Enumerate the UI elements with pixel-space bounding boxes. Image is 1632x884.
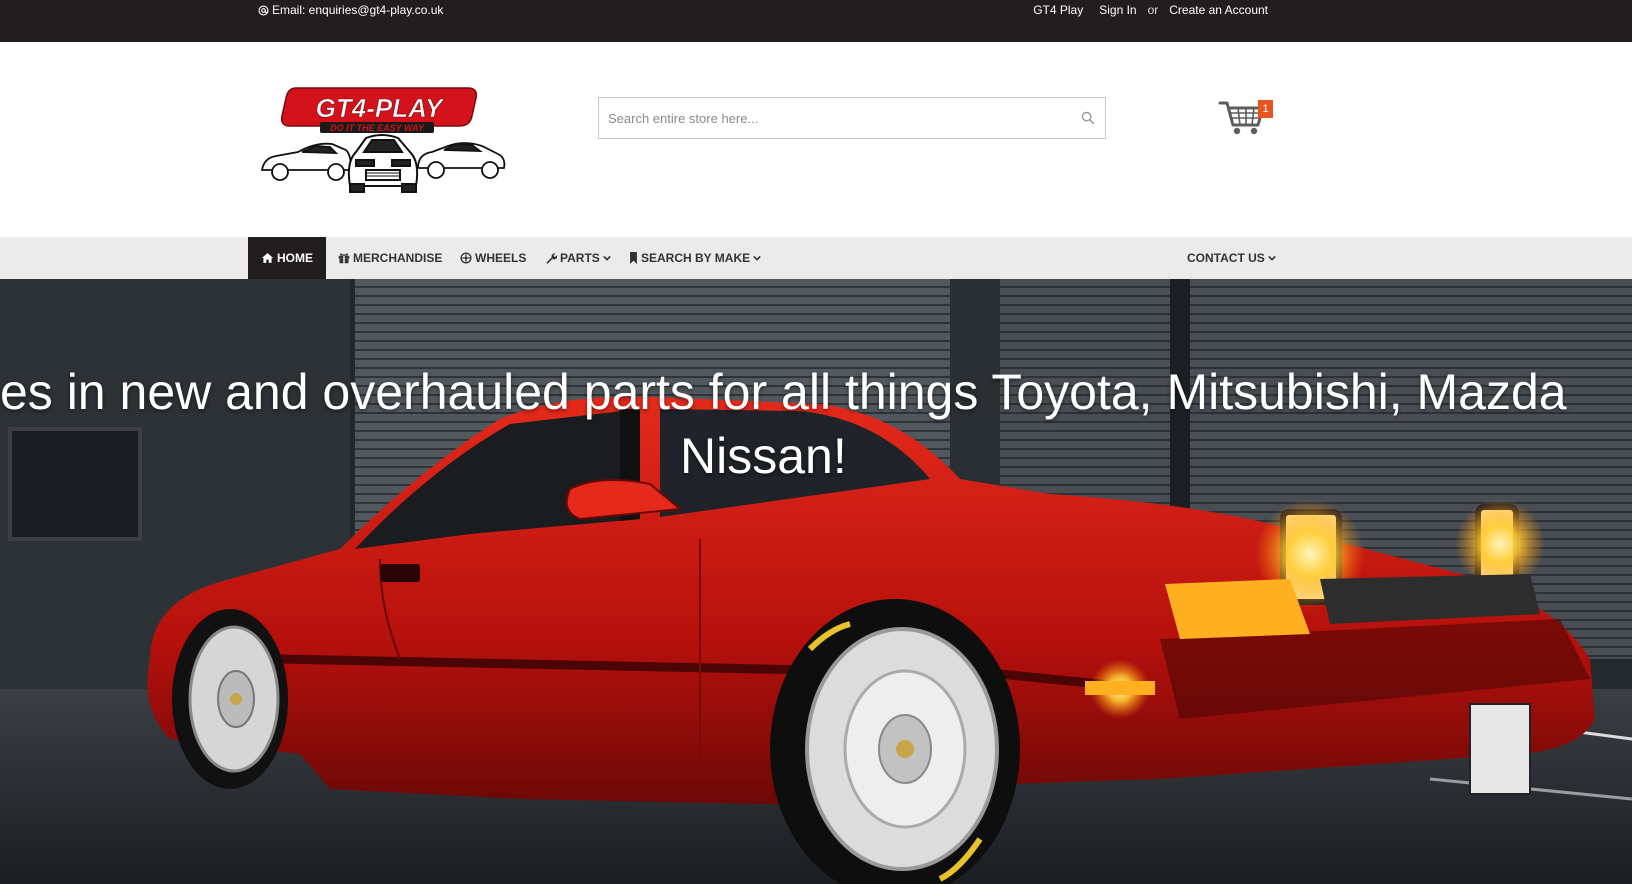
cart-count-badge: 1 (1258, 100, 1273, 118)
header: GT4-PLAY DO IT THE EASY WAY Search entir… (0, 42, 1632, 237)
sign-in-link[interactable]: Sign In (1099, 3, 1136, 17)
store-link[interactable]: GT4 Play (1033, 3, 1083, 17)
chevron-down-icon (753, 255, 761, 261)
at-icon (258, 4, 269, 16)
top-bar: Email: enquiries@gt4-play.co.uk GT4 Play… (0, 0, 1632, 42)
nav-search-by-make-label: SEARCH BY MAKE (641, 251, 751, 265)
wheel-icon (460, 252, 472, 264)
hero-banner[interactable]: es in new and overhauled parts for all t… (0, 279, 1632, 884)
chevron-down-icon (1268, 255, 1276, 261)
search-input[interactable] (599, 98, 1105, 138)
site-logo[interactable]: GT4-PLAY DO IT THE EASY WAY (258, 86, 508, 194)
hero-line-2: Nissan! (680, 428, 847, 484)
nav-search-by-make[interactable]: SEARCH BY MAKE (629, 237, 761, 279)
svg-text:GT4-PLAY: GT4-PLAY (316, 93, 445, 123)
gift-icon (338, 253, 350, 264)
nav-home-label: HOME (277, 251, 313, 265)
bookmark-icon (630, 252, 637, 264)
nav-parts-label: PARTS (560, 251, 600, 265)
nav-contact-us-label: CONTACT US (1187, 251, 1265, 265)
search-icon[interactable] (1081, 111, 1095, 125)
nav-home[interactable]: HOME (248, 237, 326, 279)
or-separator: or (1147, 3, 1159, 17)
home-icon (261, 253, 274, 263)
wrench-icon (546, 253, 557, 264)
email-label: Email: enquiries@gt4-play.co.uk (272, 3, 444, 17)
nav-wheels-label: WHEELS (475, 251, 527, 265)
create-account-link[interactable]: Create an Account (1169, 3, 1268, 17)
nav-contact-us[interactable]: CONTACT US (1187, 237, 1276, 279)
account-links: GT4 Play Sign In or Create an Account (1033, 3, 1268, 17)
hero-line-1: es in new and overhauled parts for all t… (0, 364, 1567, 420)
nav-parts[interactable]: PARTS (545, 237, 611, 279)
main-nav: HOME MERCHANDISE WHEELS PARTS SEARCH BY … (0, 237, 1632, 279)
search-bar (598, 97, 1106, 139)
nav-wheels[interactable]: WHEELS (460, 237, 526, 279)
svg-text:DO IT THE EASY WAY: DO IT THE EASY WAY (330, 123, 425, 133)
chevron-down-icon (603, 255, 611, 261)
nav-merchandise-label: MERCHANDISE (353, 251, 443, 265)
nav-merchandise[interactable]: MERCHANDISE (338, 237, 442, 279)
email-contact[interactable]: Email: enquiries@gt4-play.co.uk (258, 3, 443, 17)
